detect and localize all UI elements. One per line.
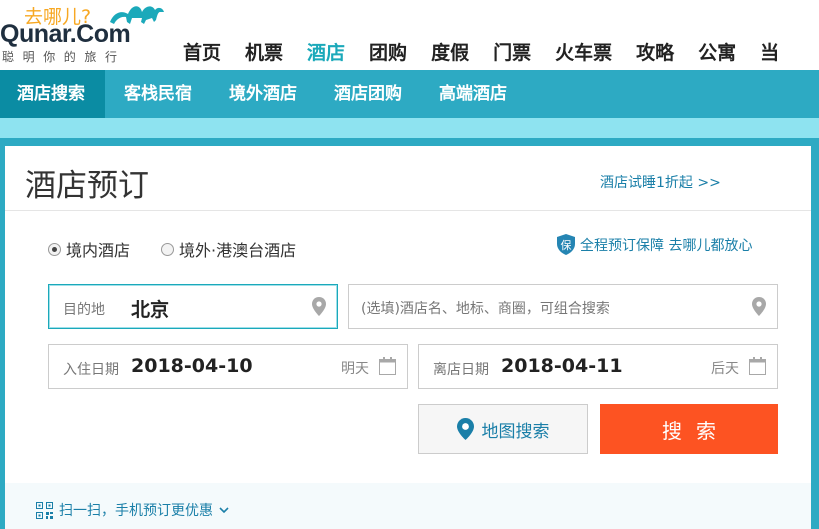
main-nav-item[interactable]: 公寓	[698, 38, 736, 65]
site-header: 去哪儿? Qunar.Com 聪明你的旅行 首页 机票 酒店 团购 度假 门票 火车票 攻略公…	[0, 0, 819, 70]
logo-wordmark: Qunar.Com	[0, 20, 131, 48]
map-pin-icon	[456, 418, 474, 440]
location-pin-icon	[312, 297, 326, 316]
main-nav-item[interactable]: 火车票	[555, 38, 612, 65]
decorative-band	[0, 118, 819, 138]
chevron-down-icon	[219, 506, 229, 513]
booking-card: 酒店预订 酒店试睡1折起 >> 境内酒店 境外·港澳台酒店 保 全程预订保障 去…	[5, 146, 811, 529]
checkin-value[interactable]: 2018-04-10	[131, 355, 253, 377]
main-nav-item[interactable]: 机票	[245, 38, 283, 65]
radio-overseas-label: 境外·港澳台酒店	[179, 241, 297, 260]
main-nav-item[interactable]: 攻略	[636, 38, 674, 65]
checkin-label: 入住日期	[63, 362, 119, 378]
guarantee-text: 全程预订保障 去哪儿都放心	[580, 237, 753, 254]
hotel-booking-panel: 酒店预订 酒店试睡1折起 >> 境内酒店 境外·港澳台酒店 保 全程预订保障 去…	[0, 138, 819, 529]
radio-overseas-button[interactable]	[161, 242, 174, 256]
checkout-value[interactable]: 2018-04-11	[501, 355, 623, 377]
checkout-hint: 后天	[711, 361, 739, 377]
main-nav-item[interactable]: 度假	[431, 38, 469, 65]
radio-domestic-hotel[interactable]: 境内酒店	[48, 237, 130, 261]
sub-nav-item[interactable]: 境外酒店	[212, 70, 317, 118]
sub-nav-item[interactable]: 高端酒店	[422, 70, 527, 118]
map-search-button[interactable]: 地图搜索	[418, 404, 588, 454]
main-nav-item[interactable]: 酒店	[307, 38, 345, 65]
radio-overseas-hotel[interactable]: 境外·港澳台酒店	[161, 237, 296, 261]
shield-badge-text: 保	[561, 238, 572, 252]
trial-promo-link[interactable]: 酒店试睡1折起 >>	[600, 172, 721, 192]
search-label: 搜索	[662, 418, 730, 443]
keyword-placeholder[interactable]: (选填)酒店名、地标、商圈，可组合搜索	[361, 298, 610, 318]
qr-code-icon	[36, 501, 53, 519]
divider	[5, 210, 811, 211]
checkout-date-field[interactable]: 离店日期 2018-04-11 后天	[418, 344, 778, 389]
checkin-date-field[interactable]: 入住日期 2018-04-10 明天	[48, 344, 408, 389]
destination-label: 目的地	[63, 302, 105, 318]
calendar-icon	[749, 357, 766, 375]
main-nav-item[interactable]: 团购	[369, 38, 407, 65]
destination-value[interactable]: 北京	[131, 295, 169, 322]
search-button[interactable]: 搜索	[600, 404, 778, 454]
radio-domestic-label: 境内酒店	[66, 241, 131, 260]
sub-nav-item[interactable]: 酒店搜索	[0, 70, 105, 118]
main-nav-item[interactable]: 门票	[493, 38, 531, 65]
main-nav: 首页 机票 酒店 团购 度假 门票 火车票 攻略 公寓当	[183, 38, 803, 65]
qr-text: 扫一扫，手机预订更优惠	[59, 503, 213, 519]
checkout-label: 离店日期	[433, 362, 489, 378]
map-search-label: 地图搜索	[481, 421, 550, 442]
hotel-keyword-field[interactable]: (选填)酒店名、地标、商圈，可组合搜索	[348, 284, 778, 329]
qunar-logo[interactable]: 去哪儿? Qunar.Com 聪明你的旅行	[0, 0, 170, 70]
mobile-promo-bar: 扫一扫，手机预订更优惠	[5, 483, 811, 529]
page-title: 酒店预订	[25, 168, 149, 204]
shield-icon: 保	[557, 234, 575, 255]
location-pin-icon	[752, 297, 766, 316]
logo-subtitle: 聪明你的旅行	[2, 50, 126, 64]
radio-domestic-button[interactable]	[48, 242, 61, 256]
main-nav-item[interactable]: 当	[760, 38, 779, 65]
sub-nav: 酒店搜索 客栈民宿 境外酒店 酒店团购 高端酒店	[0, 70, 819, 118]
destination-field[interactable]: 目的地 北京	[48, 284, 338, 329]
calendar-icon	[379, 357, 396, 375]
sub-nav-item[interactable]: 客栈民宿	[105, 70, 212, 118]
mobile-qr-toggle[interactable]: 扫一扫，手机预订更优惠	[36, 500, 235, 520]
booking-guarantee[interactable]: 保 全程预订保障 去哪儿都放心	[557, 234, 752, 255]
main-nav-item[interactable]: 首页	[183, 38, 221, 65]
sub-nav-item[interactable]: 酒店团购	[317, 70, 422, 118]
checkin-hint: 明天	[341, 361, 369, 377]
